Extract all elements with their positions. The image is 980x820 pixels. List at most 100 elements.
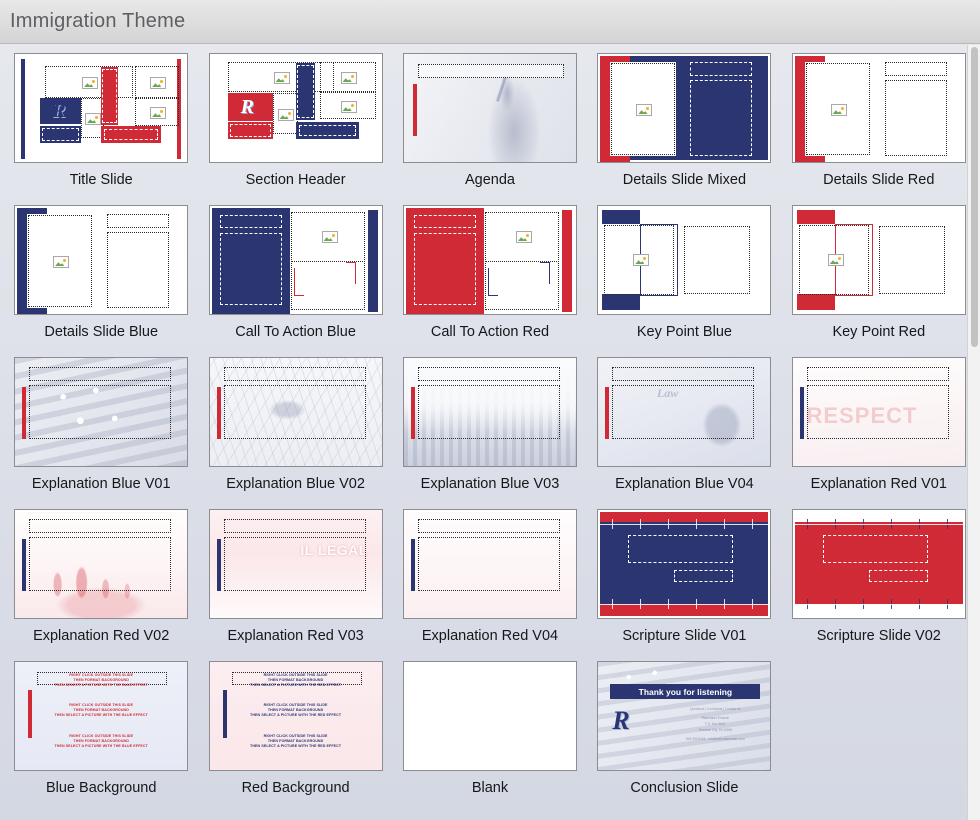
conclusion-headline-band: Thank you for listening xyxy=(610,684,761,699)
slide-thumbnail-blue-background[interactable]: RIGHT CLICK OUTSIDE THIS SLIDE THEN FORM… xyxy=(14,661,189,771)
slide-thumbnail-explanation-blue-v04[interactable] xyxy=(597,357,772,467)
slide-cell-scripture-slide-v02[interactable]: Scripture Slide V02 xyxy=(782,509,976,661)
slide-thumbnail-details-slide-red[interactable] xyxy=(791,53,966,163)
body-placeholder xyxy=(690,80,753,156)
slide-thumbnail-conclusion-slide[interactable]: Thank you for listening R Questions | Co… xyxy=(597,661,772,771)
picture-placeholder xyxy=(611,63,676,155)
slide-thumbnail-key-point-red[interactable] xyxy=(791,205,966,315)
text-placeholder xyxy=(42,128,80,141)
slide-label: Title Slide xyxy=(69,172,133,188)
slide-thumbnail-call-to-action-blue[interactable] xyxy=(208,205,383,315)
slide-thumbnail-details-slide-mixed[interactable] xyxy=(597,53,772,163)
slide-cell-explanation-blue-v03[interactable]: Explanation Blue V03 xyxy=(393,357,587,509)
slide-label: Scripture Slide V01 xyxy=(622,628,747,644)
slide-cell-explanation-red-v03[interactable]: Explanation Red V03 xyxy=(198,509,392,661)
accent-line-red xyxy=(354,262,356,284)
picture-placeholder xyxy=(135,66,180,98)
instruction-line-3: THEN SELECT A PICTURE WITH THE RED EFFEC… xyxy=(250,683,342,688)
slide-thumbnail-explanation-red-v02[interactable] xyxy=(14,509,189,619)
picture-icon xyxy=(277,109,294,121)
background-instruction-block: RIGHT CLICK OUTSIDE THIS SLIDE THEN FORM… xyxy=(210,703,382,719)
title-placeholder xyxy=(223,367,366,381)
slide-thumbnail-explanation-blue-v03[interactable] xyxy=(402,357,577,467)
slide-thumbnail-explanation-red-v01[interactable] xyxy=(791,357,966,467)
slide-thumbnail-explanation-blue-v01[interactable] xyxy=(14,357,189,467)
slide-cell-details-slide-blue[interactable]: Details Slide Blue xyxy=(4,205,198,357)
scripture-text-placeholder xyxy=(628,535,734,563)
slide-cell-explanation-red-v02[interactable]: Explanation Red V02 xyxy=(4,509,198,661)
slide-cell-section-header[interactable]: R Section Header xyxy=(198,53,392,205)
slide-thumbnail-red-background[interactable]: RIGHT CLICK OUTSIDE THIS SLIDE THEN FORM… xyxy=(208,661,383,771)
body-placeholder xyxy=(878,226,945,294)
slide-cell-title-slide[interactable]: R Title Slide xyxy=(4,53,198,205)
picture-placeholder xyxy=(28,215,93,307)
slide-cell-explanation-blue-v04[interactable]: Explanation Blue V04 xyxy=(587,357,781,509)
picture-placeholder xyxy=(227,62,334,92)
slide-cell-conclusion-slide[interactable]: Thank you for listening R Questions | Co… xyxy=(587,661,781,813)
title-placeholder xyxy=(806,367,949,381)
slide-cell-details-slide-mixed[interactable]: Details Slide Mixed xyxy=(587,53,781,205)
picture-icon xyxy=(150,107,167,119)
slide-cell-key-point-blue[interactable]: Key Point Blue xyxy=(587,205,781,357)
slide-thumbnail-explanation-red-v03[interactable] xyxy=(208,509,383,619)
accent-bar-red xyxy=(216,387,221,439)
slide-label: Explanation Blue V02 xyxy=(226,476,365,492)
accent-bar-blue xyxy=(410,539,415,591)
slide-thumbnail-explanation-blue-v02[interactable] xyxy=(208,357,383,467)
slide-cell-explanation-red-v01[interactable]: Explanation Red V01 xyxy=(782,357,976,509)
slide-thumbnail-agenda[interactable] xyxy=(402,53,577,163)
slide-label: Explanation Blue V04 xyxy=(615,476,754,492)
body-placeholder xyxy=(884,80,947,156)
slide-cell-agenda[interactable]: Agenda xyxy=(393,53,587,205)
slide-thumbnail-explanation-red-v04[interactable] xyxy=(402,509,577,619)
slide-cell-scripture-slide-v01[interactable]: Scripture Slide V01 xyxy=(587,509,781,661)
background-instruction-block: RIGHT CLICK OUTSIDE THIS SLIDE THEN FORM… xyxy=(210,673,382,689)
picture-placeholder xyxy=(272,93,298,134)
slide-label: Details Slide Blue xyxy=(44,324,159,340)
accent-block-red xyxy=(796,294,835,310)
body-placeholder xyxy=(29,385,172,439)
instruction-line-3: THEN SELECT A PICTURE WITH THE BLUE EFFE… xyxy=(54,744,148,749)
subtitle-block-red xyxy=(227,122,273,139)
body-placeholder xyxy=(29,537,172,591)
slide-cell-red-background[interactable]: RIGHT CLICK OUTSIDE THIS SLIDE THEN FORM… xyxy=(198,661,392,813)
accent-line-red xyxy=(293,268,295,296)
vertical-scrollbar[interactable] xyxy=(967,45,980,820)
slide-cell-blue-background[interactable]: RIGHT CLICK OUTSIDE THIS SLIDE THEN FORM… xyxy=(4,661,198,813)
slide-cell-explanation-blue-v02[interactable]: Explanation Blue V02 xyxy=(198,357,392,509)
slide-label: Call To Action Red xyxy=(430,324,550,340)
slide-thumbnail-scripture-slide-v02[interactable] xyxy=(791,509,966,619)
brand-logo: R xyxy=(612,706,630,735)
slide-cell-call-to-action-blue[interactable]: Call To Action Blue xyxy=(198,205,392,357)
accent-bar-blue xyxy=(367,210,378,312)
slide-cell-explanation-blue-v01[interactable]: Explanation Blue V01 xyxy=(4,357,198,509)
background-instruction-block: RIGHT CLICK OUTSIDE THIS SLIDE THEN FORM… xyxy=(15,703,187,719)
slide-label: Explanation Red V04 xyxy=(421,628,559,644)
picture-placeholder xyxy=(319,92,376,119)
slide-thumbnail-key-point-blue[interactable] xyxy=(597,205,772,315)
scrollbar-thumb[interactable] xyxy=(971,47,978,347)
accent-line-red xyxy=(345,262,356,263)
picture-icon xyxy=(53,256,70,268)
slide-label: Section Header xyxy=(245,172,346,188)
picture-icon xyxy=(633,254,650,266)
slide-cell-key-point-red[interactable]: Key Point Red xyxy=(782,205,976,357)
slide-thumbnail-details-slide-blue[interactable] xyxy=(14,205,189,315)
slide-thumbnail-title-slide[interactable]: R xyxy=(14,53,189,163)
slide-thumbnail-blank[interactable] xyxy=(402,661,577,771)
accent-bar-red xyxy=(605,387,610,439)
instruction-line-3: THEN SELECT A PICTURE WITH THE RED EFFEC… xyxy=(250,713,342,718)
slide-cell-blank[interactable]: Blank xyxy=(393,661,587,813)
slide-thumbnail-scripture-slide-v01[interactable] xyxy=(597,509,772,619)
slide-thumbnail-section-header[interactable]: R xyxy=(208,53,383,163)
slide-label: Red Background xyxy=(241,780,350,796)
slide-cell-details-slide-red[interactable]: Details Slide Red xyxy=(782,53,976,205)
page-title: Immigration Theme xyxy=(10,10,186,32)
picture-icon xyxy=(321,231,338,243)
slide-cell-call-to-action-red[interactable]: Call To Action Red xyxy=(393,205,587,357)
accent-bar-blue xyxy=(216,539,221,591)
slide-thumbnail-call-to-action-red[interactable] xyxy=(402,205,577,315)
slide-label: Explanation Red V01 xyxy=(810,476,947,492)
panel-titlebar: Immigration Theme xyxy=(0,0,980,44)
slide-cell-explanation-red-v04[interactable]: Explanation Red V04 xyxy=(393,509,587,661)
